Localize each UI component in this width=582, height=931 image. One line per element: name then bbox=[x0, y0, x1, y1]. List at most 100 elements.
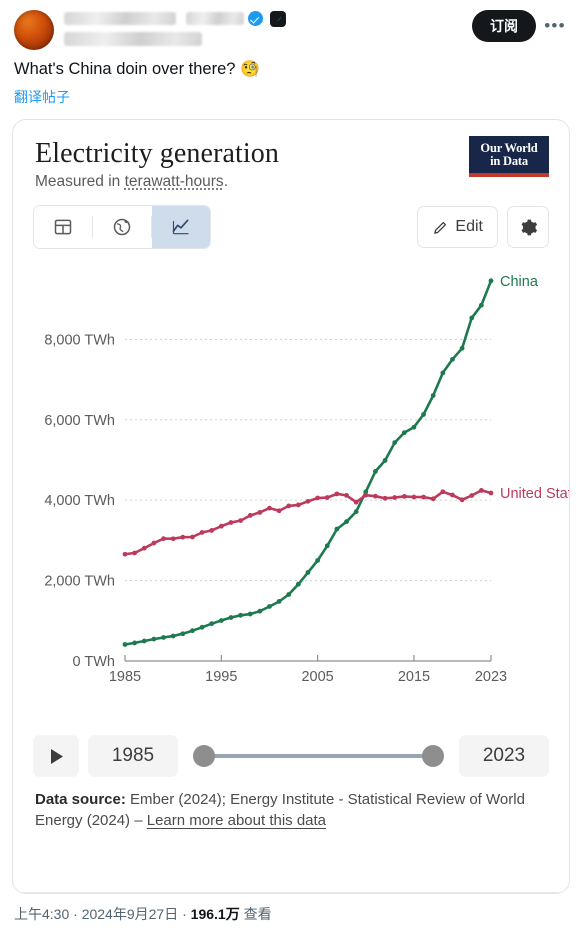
series-point[interactable] bbox=[344, 519, 349, 525]
series-point[interactable] bbox=[141, 545, 147, 551]
series-point[interactable] bbox=[488, 278, 494, 284]
series-point[interactable] bbox=[459, 497, 465, 503]
series-point[interactable] bbox=[122, 551, 128, 557]
series-point[interactable] bbox=[276, 508, 282, 514]
series-point[interactable] bbox=[286, 503, 292, 509]
series-point[interactable] bbox=[257, 510, 263, 515]
series-point[interactable] bbox=[132, 550, 138, 556]
series-point[interactable] bbox=[469, 315, 475, 321]
series-line[interactable] bbox=[123, 279, 493, 646]
series-point[interactable] bbox=[430, 393, 436, 398]
series-point[interactable] bbox=[478, 302, 484, 308]
series-point[interactable] bbox=[353, 509, 359, 515]
series-point[interactable] bbox=[315, 558, 321, 563]
series-point[interactable] bbox=[122, 642, 128, 647]
series-point[interactable] bbox=[334, 526, 340, 532]
series-point[interactable] bbox=[450, 356, 455, 362]
series-point[interactable] bbox=[180, 534, 186, 540]
series-point[interactable] bbox=[305, 498, 311, 504]
play-button[interactable] bbox=[33, 735, 79, 777]
series-point[interactable] bbox=[459, 345, 465, 351]
series-point[interactable] bbox=[440, 489, 446, 495]
tab-chart[interactable] bbox=[152, 206, 210, 248]
subscribe-button[interactable]: 订阅 bbox=[472, 10, 536, 42]
series-point[interactable] bbox=[161, 536, 166, 542]
series-point[interactable] bbox=[334, 491, 340, 497]
series-point[interactable] bbox=[411, 494, 417, 500]
series-point[interactable] bbox=[488, 490, 494, 496]
owid-logo[interactable]: Our World in Data bbox=[469, 136, 549, 177]
series-point[interactable] bbox=[218, 523, 224, 529]
series-point[interactable] bbox=[199, 624, 205, 630]
series-point[interactable] bbox=[190, 534, 195, 540]
settings-button[interactable] bbox=[507, 206, 549, 248]
series-point[interactable] bbox=[353, 499, 359, 505]
series-point[interactable] bbox=[247, 611, 253, 617]
timeline-handle-start[interactable] bbox=[193, 745, 215, 767]
series-point[interactable] bbox=[421, 494, 426, 500]
series-point[interactable] bbox=[382, 495, 388, 501]
series-point[interactable] bbox=[238, 612, 243, 618]
series-point[interactable] bbox=[218, 618, 224, 623]
series-point[interactable] bbox=[411, 424, 417, 430]
series-point[interactable] bbox=[161, 635, 166, 640]
series-point[interactable] bbox=[170, 633, 176, 639]
series-point[interactable] bbox=[392, 495, 398, 500]
series-point[interactable] bbox=[344, 492, 349, 498]
series-point[interactable] bbox=[305, 570, 311, 575]
series-point[interactable] bbox=[132, 640, 138, 646]
series-point[interactable] bbox=[324, 543, 330, 549]
edit-button[interactable]: Edit bbox=[417, 206, 498, 248]
timeline-end-year[interactable]: 2023 bbox=[459, 735, 549, 777]
series-point[interactable] bbox=[180, 631, 186, 637]
chart-subtitle-term[interactable]: terawatt-hours bbox=[125, 173, 224, 190]
series-point[interactable] bbox=[190, 628, 195, 634]
series-point[interactable] bbox=[228, 520, 234, 525]
tab-map[interactable] bbox=[93, 206, 151, 248]
series-point[interactable] bbox=[315, 495, 321, 501]
translate-post-link[interactable]: 翻译帖子 bbox=[0, 81, 582, 107]
series-point[interactable] bbox=[450, 492, 455, 498]
affiliate-badge-icon[interactable] bbox=[270, 10, 286, 27]
series-point[interactable] bbox=[469, 493, 475, 498]
series-point[interactable] bbox=[401, 430, 407, 436]
timeline-start-year[interactable]: 1985 bbox=[88, 735, 178, 777]
series-point[interactable] bbox=[267, 604, 272, 609]
timeline-track[interactable] bbox=[207, 754, 430, 758]
series-point[interactable] bbox=[247, 513, 253, 518]
series-point[interactable] bbox=[295, 502, 301, 508]
series-label[interactable]: United States bbox=[500, 486, 570, 502]
chart-source-link[interactable]: Learn more about this data bbox=[147, 812, 326, 829]
avatar[interactable] bbox=[14, 10, 54, 50]
series-point[interactable] bbox=[170, 536, 176, 542]
series-point[interactable] bbox=[151, 540, 157, 546]
series-point[interactable] bbox=[209, 621, 215, 627]
series-point[interactable] bbox=[373, 493, 378, 499]
more-options-icon[interactable]: ••• bbox=[542, 13, 568, 39]
series-point[interactable] bbox=[286, 592, 292, 597]
series-label[interactable]: China bbox=[500, 274, 539, 290]
series-point[interactable] bbox=[209, 528, 215, 533]
series-point[interactable] bbox=[141, 638, 147, 644]
tab-table[interactable] bbox=[34, 206, 92, 248]
timeline-handle-end[interactable] bbox=[422, 745, 444, 767]
series-point[interactable] bbox=[401, 494, 407, 499]
timeline-slider[interactable] bbox=[193, 735, 444, 777]
series-point[interactable] bbox=[373, 469, 378, 474]
series-point[interactable] bbox=[382, 458, 388, 463]
series-point[interactable] bbox=[421, 412, 426, 417]
series-point[interactable] bbox=[276, 599, 282, 604]
chart-svg[interactable]: 0 TWh 2,000 TWh 4,000 TWh 6,000 TWh 8,000 TW… bbox=[13, 249, 570, 729]
series-point[interactable] bbox=[199, 530, 205, 535]
series-point[interactable] bbox=[238, 518, 243, 524]
series-point[interactable] bbox=[392, 440, 398, 446]
series-point[interactable] bbox=[363, 492, 369, 498]
series-point[interactable] bbox=[267, 505, 272, 511]
series-point[interactable] bbox=[257, 608, 263, 614]
series-point[interactable] bbox=[324, 495, 330, 500]
series-point[interactable] bbox=[478, 488, 484, 493]
series-point[interactable] bbox=[228, 615, 234, 620]
series-point[interactable] bbox=[440, 370, 446, 376]
series-point[interactable] bbox=[430, 496, 436, 502]
series-point[interactable] bbox=[295, 581, 301, 587]
